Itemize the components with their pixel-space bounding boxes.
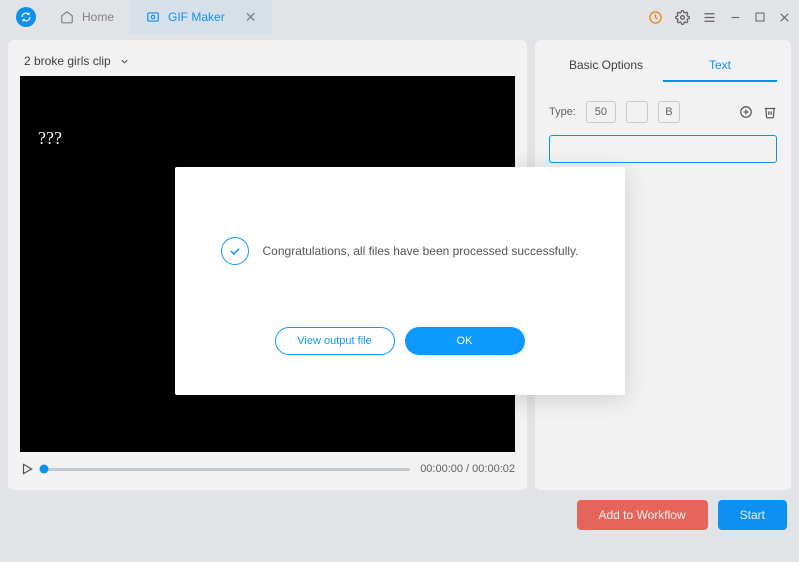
modal-message: Congratulations, all files have been pro… xyxy=(263,244,579,258)
check-icon xyxy=(221,237,249,265)
modal-buttons: View output file OK xyxy=(205,327,595,355)
success-modal: Congratulations, all files have been pro… xyxy=(175,167,625,395)
modal-overlay: Congratulations, all files have been pro… xyxy=(0,0,799,562)
modal-message-row: Congratulations, all files have been pro… xyxy=(205,237,595,265)
view-output-button[interactable]: View output file xyxy=(275,327,395,355)
ok-button[interactable]: OK xyxy=(405,327,525,355)
